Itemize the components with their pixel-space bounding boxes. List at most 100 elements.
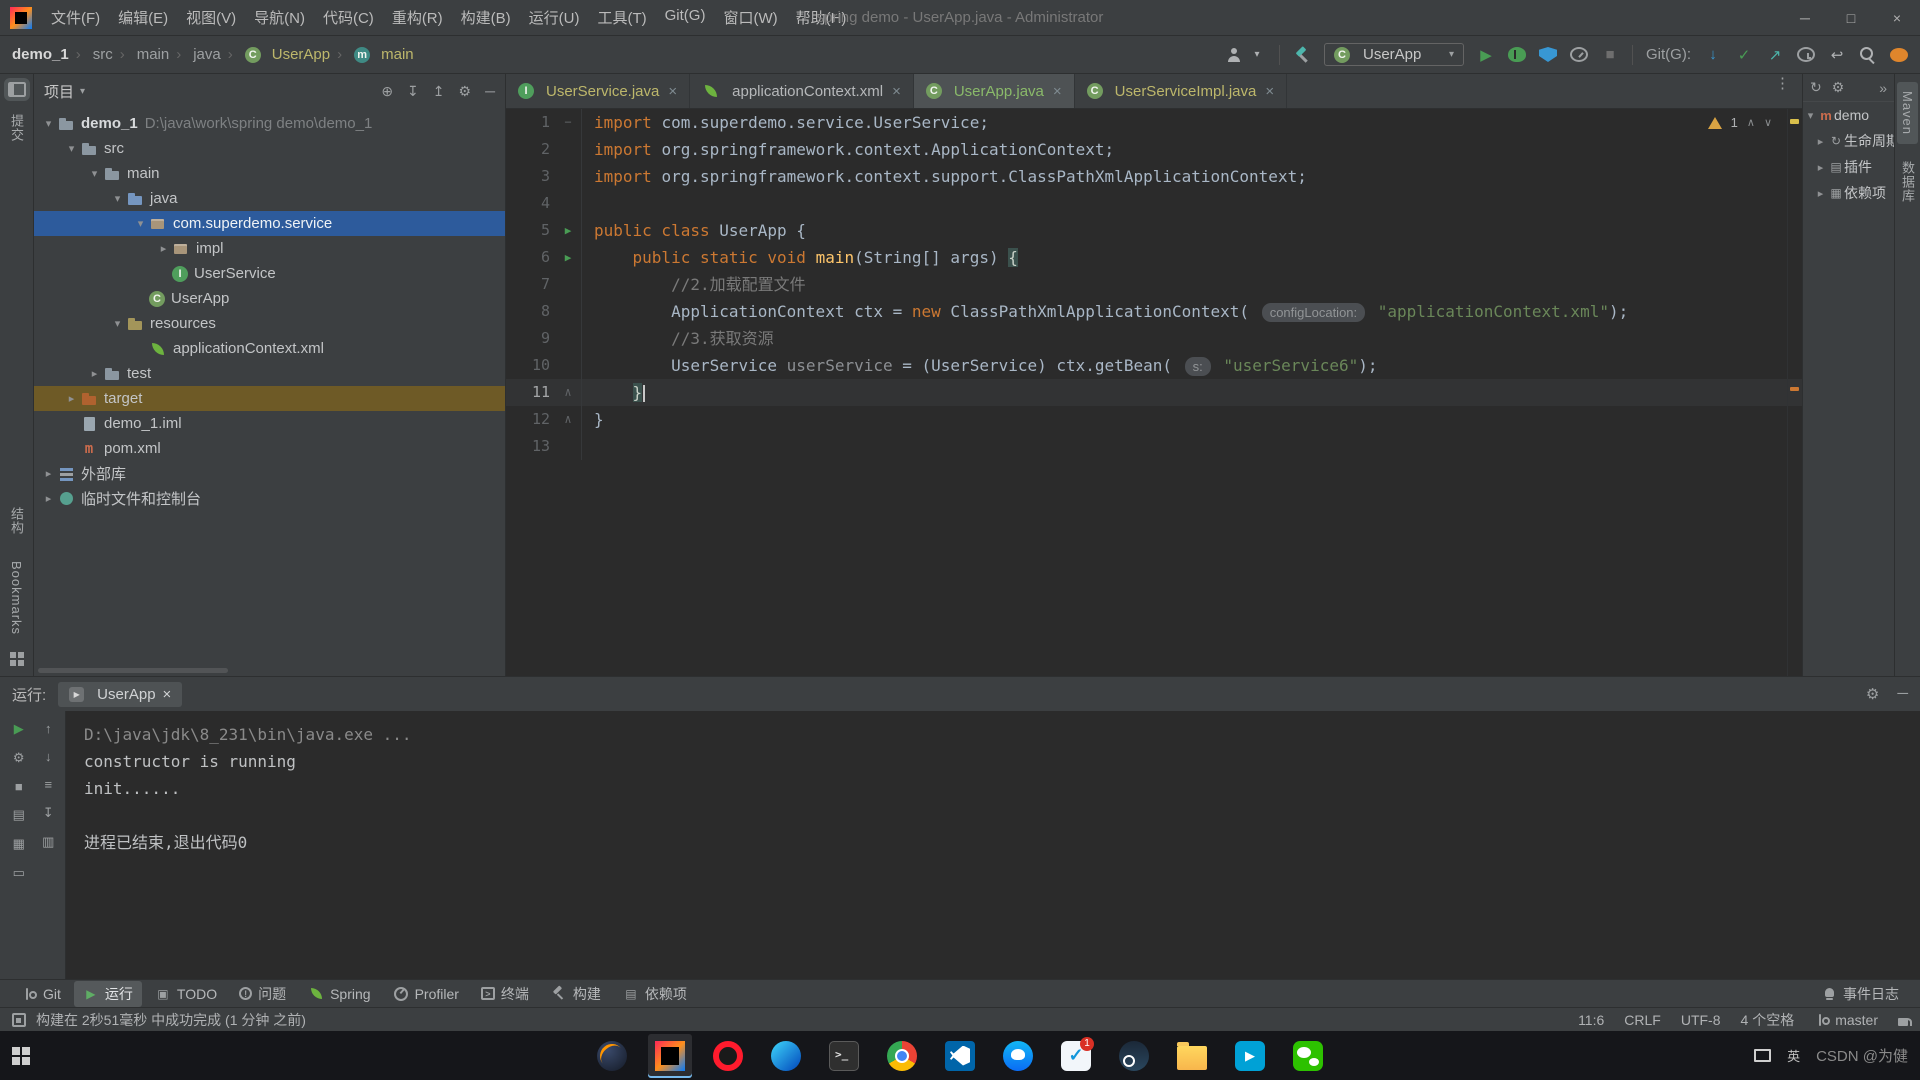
- search-icon[interactable]: [1859, 46, 1877, 63]
- chevron-right-icon[interactable]: ▸: [86, 367, 103, 380]
- code-line-8[interactable]: 8 ApplicationContext ctx = new ClassPath…: [506, 298, 1802, 325]
- thread-dump-button[interactable]: ▤: [13, 807, 25, 823]
- toolwindow-tab-profiler[interactable]: Profiler: [384, 983, 468, 1005]
- tool-windows-grid-icon[interactable]: [9, 652, 24, 666]
- code-line-12[interactable]: 12 ∧}: [506, 406, 1802, 433]
- code-line-11[interactable]: 11 ∧ }: [506, 379, 1802, 406]
- tree-item-target[interactable]: ▸ target: [34, 386, 505, 411]
- warning-stripe-mark[interactable]: [1790, 119, 1799, 124]
- maven-toolwindow-button[interactable]: Maven: [1897, 82, 1918, 145]
- fold-icon[interactable]: −: [555, 109, 581, 136]
- code-line-1[interactable]: 1− import com.superdemo.service.UserServi…: [506, 109, 1802, 136]
- toolwindow-tab-build-hammer[interactable]: 构建: [542, 981, 610, 1007]
- player-taskbar-button[interactable]: [1228, 1034, 1272, 1078]
- maven-node-lifecycle[interactable]: ▸ 生命周期: [1803, 128, 1894, 154]
- run-line-icon[interactable]: ▶: [555, 244, 581, 271]
- history-icon[interactable]: [1797, 47, 1815, 62]
- minimize-button[interactable]: ─: [1782, 10, 1828, 26]
- chevron-down-icon[interactable]: ▾: [80, 86, 85, 97]
- code-line-2[interactable]: 2 import org.springframework.context.Appl…: [506, 136, 1802, 163]
- toolwindow-tab-dependencies[interactable]: 依赖项: [614, 981, 696, 1007]
- toolwindow-tab-git[interactable]: Git: [12, 983, 70, 1005]
- console-output[interactable]: D:\java\jdk\8_231\bin\java.exe ... constr…: [66, 711, 1920, 979]
- run-config-selector[interactable]: UserApp ▾: [1324, 43, 1464, 66]
- project-panel-title[interactable]: 项目: [44, 81, 74, 102]
- maven-root-node[interactable]: ▾ demo: [1803, 102, 1894, 128]
- code-line-9[interactable]: 9 //3.获取资源: [506, 325, 1802, 352]
- down-button[interactable]: ↓: [45, 749, 52, 764]
- tree-item-userapp[interactable]: UserApp: [34, 286, 505, 311]
- rerun-button[interactable]: ▶: [14, 721, 24, 737]
- maximize-button[interactable]: □: [1828, 10, 1874, 26]
- more-icon[interactable]: [1879, 80, 1887, 96]
- gear-icon[interactable]: [459, 83, 472, 100]
- user-icon[interactable]: [1225, 47, 1243, 63]
- coverage-icon[interactable]: [1539, 47, 1557, 62]
- chevron-down-icon[interactable]: ▾: [109, 317, 126, 330]
- clear-button[interactable]: ▭: [13, 865, 25, 881]
- database-toolwindow-button[interactable]: 数据库: [1895, 152, 1920, 212]
- tree-item-item-14[interactable]: ▸ 外部库: [34, 461, 505, 486]
- tree-item-java[interactable]: ▾ java: [34, 186, 505, 211]
- code-line-3[interactable]: 3 import org.springframework.context.supp…: [506, 163, 1802, 190]
- lock-icon[interactable]: [1898, 1018, 1912, 1026]
- close-button[interactable]: ×: [1874, 10, 1920, 26]
- toolwindow-tab-problems[interactable]: 问题: [230, 981, 295, 1007]
- breadcrumb-item-main[interactable]: main: [330, 46, 414, 63]
- indent-indicator[interactable]: 4 个空格: [1741, 1010, 1795, 1030]
- chevron-down-icon[interactable]: ▾: [40, 117, 57, 130]
- scroll-end-button[interactable]: ↧: [43, 805, 54, 821]
- close-icon[interactable]: ×: [163, 686, 172, 703]
- chevron-right-icon[interactable]: ▸: [1813, 135, 1828, 148]
- horizontal-scrollbar[interactable]: [38, 668, 228, 673]
- tree-item-impl[interactable]: ▸ impl: [34, 236, 505, 261]
- explorer-taskbar-button[interactable]: [1170, 1034, 1214, 1078]
- wechat-taskbar-button[interactable]: [1286, 1034, 1330, 1078]
- terminal-taskbar-button[interactable]: [822, 1034, 866, 1078]
- menu-window[interactable]: 窗口(W): [714, 7, 786, 28]
- hide-panel-button[interactable]: [1897, 685, 1908, 703]
- tree-item-item-15[interactable]: ▸ 临时文件和控制台: [34, 486, 505, 511]
- edit-config-button[interactable]: ⚙: [13, 750, 25, 766]
- revert-icon[interactable]: ↩: [1828, 45, 1846, 65]
- debug-icon[interactable]: [1508, 47, 1526, 62]
- caret-position[interactable]: 11:6: [1578, 1012, 1604, 1028]
- toolwindow-tab-spring[interactable]: Spring: [299, 983, 379, 1005]
- breadcrumb-item-demo_1[interactable]: demo_1: [12, 46, 69, 63]
- encoding-indicator[interactable]: UTF-8: [1681, 1012, 1721, 1028]
- close-tab-icon[interactable]: ×: [892, 83, 901, 100]
- ime-indicator[interactable]: 英: [1787, 1046, 1800, 1065]
- toolwindow-tab-event-log[interactable]: 事件日志: [1812, 981, 1908, 1007]
- tree-item-demo_1.iml[interactable]: demo_1.iml: [34, 411, 505, 436]
- run-button[interactable]: ▶: [1477, 45, 1495, 65]
- tabs-menu-icon[interactable]: [1763, 74, 1802, 108]
- chevron-right-icon[interactable]: ▸: [40, 467, 57, 480]
- editor-tab-applicationcontext.xml[interactable]: applicationContext.xml ×: [690, 74, 914, 108]
- breadcrumb-item-userapp[interactable]: UserApp: [221, 46, 330, 63]
- editor-tab-userapp.java[interactable]: UserApp.java ×: [913, 74, 1075, 108]
- opera-taskbar-button[interactable]: [706, 1034, 750, 1078]
- close-tab-icon[interactable]: ×: [1265, 83, 1274, 100]
- settings-button[interactable]: ▦: [13, 836, 25, 852]
- chevron-right-icon[interactable]: ▸: [40, 492, 57, 505]
- toolwindow-switcher-icon[interactable]: [12, 1012, 26, 1027]
- next-warning-button[interactable]: ∨: [1764, 116, 1772, 129]
- toolwindow-tab-terminal[interactable]: 终端: [472, 981, 538, 1007]
- menu-tools[interactable]: 工具(T): [588, 7, 655, 28]
- close-tab-icon[interactable]: ×: [1053, 83, 1062, 100]
- gear-icon[interactable]: [1832, 79, 1845, 96]
- menu-code[interactable]: 代码(C): [314, 7, 383, 28]
- breadcrumb-item-src[interactable]: src: [69, 46, 113, 63]
- chevron-down-icon[interactable]: ▾: [109, 192, 126, 205]
- stop-button[interactable]: ■: [15, 779, 23, 794]
- git-branch-widget[interactable]: master: [1814, 1012, 1878, 1028]
- maven-node-dependencies2[interactable]: ▸ 依赖项: [1803, 180, 1894, 206]
- menu-run[interactable]: 运行(U): [520, 7, 589, 28]
- menu-file[interactable]: 文件(F): [42, 7, 109, 28]
- commit-toolwindow-button[interactable]: 提交: [4, 105, 29, 151]
- code-line-13[interactable]: 13: [506, 433, 1802, 460]
- edge-taskbar-button[interactable]: [764, 1034, 808, 1078]
- bookmarks-toolwindow-button[interactable]: Bookmarks: [6, 552, 27, 644]
- code-line-7[interactable]: 7 //2.加载配置文件: [506, 271, 1802, 298]
- expand-all-button[interactable]: [407, 83, 419, 100]
